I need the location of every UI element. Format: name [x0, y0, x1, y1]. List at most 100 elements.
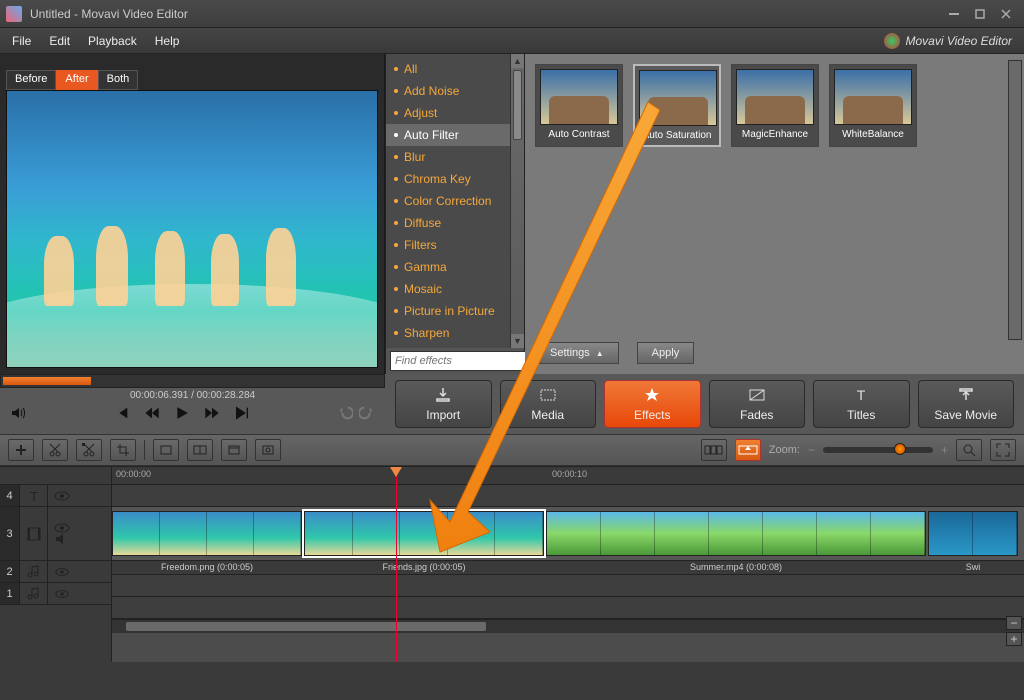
mode-save-movie[interactable]: Save Movie	[918, 380, 1015, 428]
preview-tab-after[interactable]: After	[56, 70, 97, 90]
menu-help[interactable]: Help	[155, 34, 180, 48]
add-track-button[interactable]: +	[1006, 632, 1022, 646]
preview-tab-before[interactable]: Before	[6, 70, 56, 90]
track-canvas[interactable]: 00:00:00 00:00:10 Freedom.png (0:00:05)F…	[112, 467, 1024, 662]
mode-fades-label: Fades	[740, 408, 773, 422]
timeline-ruler[interactable]: 00:00:00 00:00:10	[112, 467, 1024, 485]
track-visibility-toggle[interactable]	[48, 491, 76, 501]
timeline-clip[interactable]	[112, 511, 302, 556]
effect-category-item[interactable]: Gamma	[386, 256, 524, 278]
prev-button[interactable]	[114, 405, 130, 421]
effects-scrollbar[interactable]: ▲ ▼	[510, 54, 524, 348]
effect-category-item[interactable]: Diffuse	[386, 212, 524, 234]
effect-category-item[interactable]: Color Correction	[386, 190, 524, 212]
track-mute-toggle[interactable]	[48, 589, 76, 599]
scroll-thumb[interactable]	[513, 70, 522, 140]
menu-file[interactable]: File	[12, 34, 31, 48]
next-button[interactable]	[234, 405, 250, 421]
tool-button-1[interactable]	[153, 439, 179, 461]
minimize-button[interactable]	[942, 5, 966, 23]
scroll-up-icon[interactable]: ▲	[511, 54, 524, 68]
cut-all-button[interactable]	[76, 439, 102, 461]
effect-thumb[interactable]: WhiteBalance	[829, 64, 917, 147]
zoom-slider[interactable]	[823, 447, 933, 453]
effect-thumb[interactable]: Auto Saturation	[633, 64, 721, 147]
save-icon	[957, 386, 975, 404]
scroll-down-icon[interactable]: ▼	[511, 334, 524, 348]
preview-tab-both[interactable]: Both	[98, 70, 139, 90]
menu-edit[interactable]: Edit	[49, 34, 70, 48]
track-number: 2	[0, 561, 20, 582]
cut-button[interactable]	[42, 439, 68, 461]
add-marker-button[interactable]	[8, 439, 34, 461]
effects-gallery: Auto ContrastAuto Saturation MagicEnhance…	[525, 54, 1024, 374]
effect-category-item[interactable]: Mosaic	[386, 278, 524, 300]
close-button[interactable]	[994, 5, 1018, 23]
lane-titles[interactable]	[112, 485, 1024, 507]
apply-button[interactable]: Apply	[637, 342, 695, 364]
ruler-tick: 00:00:10	[552, 469, 587, 479]
mode-titles[interactable]: TTitles	[813, 380, 910, 428]
effect-category-item[interactable]: Blur	[386, 146, 524, 168]
redo-button[interactable]	[359, 405, 375, 421]
find-effects-input[interactable]	[390, 351, 543, 371]
effect-category-item[interactable]: All	[386, 58, 524, 80]
app-icon	[6, 6, 22, 22]
timeline-clip[interactable]	[546, 511, 926, 556]
effect-category-item[interactable]: Filters	[386, 234, 524, 256]
maximize-button[interactable]	[968, 5, 992, 23]
lane-audio-1[interactable]	[112, 597, 1024, 619]
lane-video[interactable]	[112, 507, 1024, 561]
view-timeline-button[interactable]	[735, 439, 761, 461]
settings-button[interactable]: Settings▲	[535, 342, 619, 364]
undo-button[interactable]	[337, 405, 353, 421]
tool-button-4[interactable]	[255, 439, 281, 461]
tool-button-3[interactable]	[221, 439, 247, 461]
menu-playback[interactable]: Playback	[88, 34, 137, 48]
effect-thumb[interactable]: MagicEnhance	[731, 64, 819, 147]
thumb-label: MagicEnhance	[736, 129, 814, 140]
remove-track-button[interactable]: −	[1006, 616, 1022, 630]
preview-canvas[interactable]	[6, 90, 378, 368]
effect-category-item[interactable]: Auto Filter	[386, 124, 524, 146]
effect-category-item[interactable]: Picture in Picture	[386, 300, 524, 322]
volume-icon[interactable]	[10, 405, 26, 421]
view-compact-button[interactable]	[701, 439, 727, 461]
effect-thumb[interactable]: Auto Contrast	[535, 64, 623, 147]
mode-media[interactable]: Media	[500, 380, 597, 428]
zoom-knob[interactable]	[894, 443, 906, 455]
playback-progress[interactable]	[0, 374, 385, 388]
forward-button[interactable]	[204, 405, 220, 421]
rewind-button[interactable]	[144, 405, 160, 421]
crop-button[interactable]	[110, 439, 136, 461]
mode-fades[interactable]: Fades	[709, 380, 806, 428]
effect-category-item[interactable]: Sharpen	[386, 322, 524, 344]
track-mute-toggle[interactable]	[48, 533, 76, 545]
hscroll-thumb[interactable]	[126, 622, 486, 631]
lane-audio-2[interactable]	[112, 575, 1024, 597]
effect-category-item[interactable]: Add Noise	[386, 80, 524, 102]
effect-category-item[interactable]: Chroma Key	[386, 168, 524, 190]
track-visibility-toggle[interactable]	[48, 523, 76, 533]
effect-category-item[interactable]: Transform	[386, 344, 524, 348]
playhead[interactable]	[396, 467, 397, 662]
play-button[interactable]	[174, 405, 190, 421]
fullscreen-button[interactable]	[990, 439, 1016, 461]
timeline-clip[interactable]	[304, 511, 544, 556]
tool-button-2[interactable]	[187, 439, 213, 461]
gallery-footer: Settings▲ Apply	[535, 336, 1014, 364]
zoom-fit-button[interactable]	[956, 439, 982, 461]
effects-scroll[interactable]: AllAdd NoiseAdjustAuto FilterBlurChroma …	[386, 54, 524, 348]
mode-effects-label: Effects	[634, 408, 670, 422]
audio-track-icon	[20, 561, 48, 582]
timeline-clip[interactable]	[928, 511, 1018, 556]
effect-category-item[interactable]: Adjust	[386, 102, 524, 124]
track-mute-toggle[interactable]	[48, 567, 76, 577]
mode-import[interactable]: Import	[395, 380, 492, 428]
preview-compare-tabs: Before After Both	[6, 70, 384, 90]
media-icon	[539, 386, 557, 404]
gallery-scrollbar[interactable]	[1008, 60, 1022, 340]
timeline-hscroll[interactable]	[112, 619, 1024, 633]
mode-titles-label: Titles	[847, 408, 875, 422]
mode-effects[interactable]: Effects	[604, 380, 701, 428]
